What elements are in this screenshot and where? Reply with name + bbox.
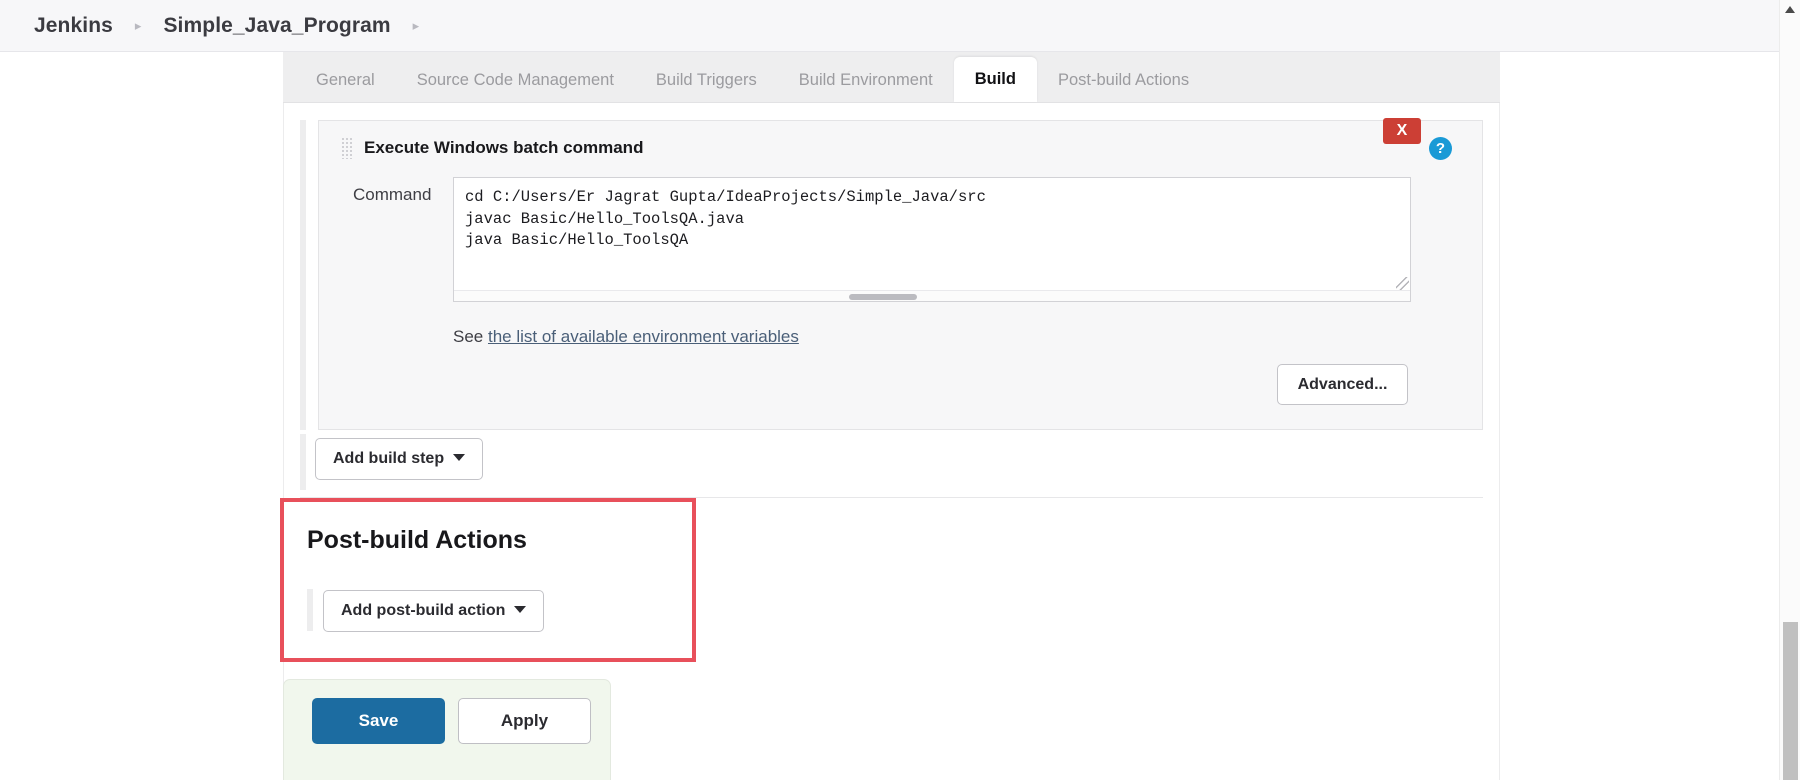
jenkins-job-configuration-screen: Jenkins ▸ Simple_Java_Program ▸ General …	[0, 0, 1800, 780]
add-build-step-label: Add build step	[333, 450, 445, 467]
drag-handle-icon[interactable]	[341, 137, 354, 159]
delete-build-step-button[interactable]: X	[1383, 118, 1421, 144]
command-horizontal-scrollbar-thumb[interactable]	[849, 294, 917, 300]
command-horizontal-scrollbar[interactable]	[454, 290, 1410, 301]
page-scrollbar-thumb[interactable]	[1783, 622, 1798, 780]
post-build-actions-heading: Post-build Actions	[307, 526, 527, 554]
post-build-actions-section: Post-build Actions Add post-build action	[280, 498, 696, 662]
environment-variables-line: See the list of available environment va…	[453, 327, 799, 347]
add-post-build-action-label: Add post-build action	[341, 602, 506, 619]
add-build-step-button[interactable]: Add build step	[315, 438, 484, 480]
resize-handle-icon[interactable]	[1396, 277, 1409, 290]
page-scrollbar[interactable]	[1779, 0, 1800, 780]
tab-build-environment[interactable]: Build Environment	[778, 59, 954, 102]
section-marker	[300, 434, 306, 490]
tab-post-build-actions[interactable]: Post-build Actions	[1037, 59, 1210, 102]
environment-variables-prefix: See	[453, 327, 488, 346]
breadcrumb-item-jenkins[interactable]: Jenkins	[34, 14, 113, 38]
add-post-build-action-button[interactable]: Add post-build action	[323, 590, 545, 632]
help-icon[interactable]: ?	[1429, 137, 1452, 160]
highlight-annotation-box	[280, 498, 696, 662]
build-step-title: Execute Windows batch command	[364, 138, 644, 157]
tab-build-triggers[interactable]: Build Triggers	[635, 59, 778, 102]
save-button[interactable]: Save	[312, 698, 445, 744]
breadcrumb: Jenkins ▸ Simple_Java_Program ▸	[0, 0, 1800, 52]
tab-general[interactable]: General	[295, 59, 396, 102]
section-marker	[307, 589, 313, 631]
breadcrumb-item-simple-java-program[interactable]: Simple_Java_Program	[163, 14, 390, 38]
scroll-up-arrow-icon[interactable]	[1785, 6, 1795, 13]
add-build-step-section: Add build step	[300, 434, 1483, 490]
command-label: Command	[353, 185, 432, 204]
tab-source-code-management[interactable]: Source Code Management	[396, 59, 635, 102]
environment-variables-link[interactable]: the list of available environment variab…	[488, 327, 799, 346]
tab-build[interactable]: Build	[953, 57, 1037, 102]
chevron-down-icon	[453, 454, 466, 461]
chevron-down-icon	[514, 606, 527, 613]
config-tab-bar: General Source Code Management Build Tri…	[283, 52, 1500, 103]
build-step-header: Execute Windows batch command	[341, 137, 643, 159]
breadcrumb-separator-icon: ▸	[412, 18, 420, 33]
advanced-button[interactable]: Advanced...	[1277, 364, 1408, 405]
apply-button[interactable]: Apply	[458, 698, 591, 744]
command-field-wrapper	[453, 177, 1411, 302]
section-marker	[300, 120, 306, 430]
command-input[interactable]	[454, 178, 1410, 290]
breadcrumb-separator-icon: ▸	[134, 18, 142, 33]
